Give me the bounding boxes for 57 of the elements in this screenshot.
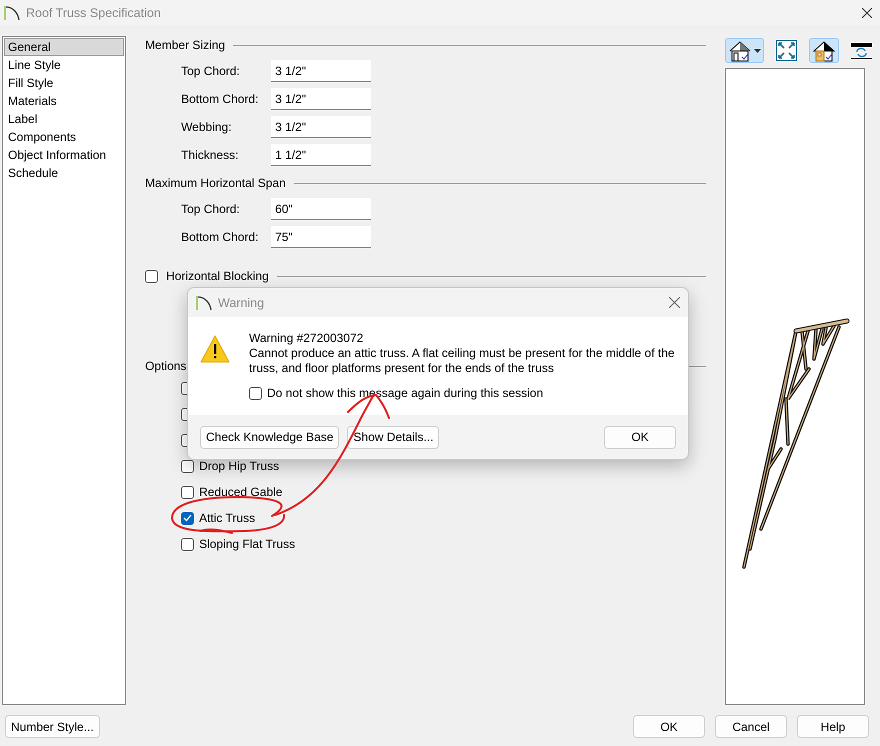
dialog-button[interactable]: Help: [797, 715, 869, 738]
number-style-button[interactable]: Number Style...: [5, 715, 100, 738]
warning-heading: Warning #272003072: [249, 331, 364, 346]
checkbox[interactable]: [249, 386, 262, 400]
checkbox[interactable]: [181, 460, 194, 472]
warning-icon: [200, 335, 230, 363]
section-title: Options: [145, 359, 186, 373]
sidebar-item[interactable]: Schedule: [4, 164, 124, 182]
dialog-button[interactable]: Cancel: [715, 715, 787, 738]
checkbox-label: Horizontal Blocking: [166, 269, 269, 283]
input-field[interactable]: 3 1/2": [271, 60, 372, 82]
field-label: Webbing:: [181, 120, 233, 134]
sidebar-item[interactable]: Materials: [4, 92, 124, 110]
field-label: Thickness:: [181, 148, 240, 162]
dialog-button[interactable]: OK: [633, 715, 705, 738]
input-field[interactable]: 3 1/2": [271, 88, 372, 110]
checkbox-label: Attic Truss: [199, 511, 256, 525]
close-icon[interactable]: [862, 8, 872, 18]
sidebar-item[interactable]: Line Style: [4, 56, 124, 74]
window-title: Roof Truss Specification: [26, 6, 161, 20]
sidebar-item[interactable]: General: [4, 38, 124, 56]
logo-icon: [4, 4, 20, 20]
section-title: Member Sizing: [145, 38, 226, 52]
toolbar-button[interactable]: [725, 38, 764, 63]
section-title: Maximum Horizontal Span: [145, 176, 286, 190]
field-label: Bottom Chord:: [181, 92, 260, 106]
checkbox-label: Reduced Gable: [199, 485, 282, 499]
sidebar-item[interactable]: Components: [4, 128, 124, 146]
field-label: Bottom Chord:: [181, 230, 260, 244]
toolbar-button[interactable]: [809, 38, 839, 63]
checkbox-label: Drop Hip Truss: [199, 459, 280, 473]
close-icon[interactable]: [669, 297, 680, 308]
checkbox[interactable]: [181, 512, 194, 524]
dialog-button[interactable]: Show Details...: [347, 426, 440, 448]
input-field[interactable]: 1 1/2": [271, 144, 372, 166]
ok-button[interactable]: OK: [604, 426, 676, 448]
house-color-icon: [812, 40, 836, 62]
input-field[interactable]: 60": [271, 198, 372, 220]
sidebar-item[interactable]: Fill Style: [4, 74, 124, 92]
checkbox[interactable]: [181, 538, 194, 550]
input-field[interactable]: 75": [271, 226, 372, 248]
caret-icon: [754, 48, 761, 52]
field-label: Top Chord:: [181, 202, 241, 216]
house-view-icon: [728, 40, 752, 62]
input-field[interactable]: 3 1/2": [271, 116, 372, 138]
dialog-title: Warning: [218, 296, 264, 310]
checkbox[interactable]: [145, 270, 158, 282]
checkbox[interactable]: [181, 486, 194, 498]
logo-icon: [196, 294, 212, 310]
fit-view-icon: [776, 40, 797, 61]
field-label: Top Chord:: [181, 64, 241, 78]
dialog-button[interactable]: Check Knowledge Base: [200, 426, 340, 448]
warning-message: Cannot produce an attic truss. A flat ceiling must be present for the middle of the truss, and floor platforms present for the ends of the truss: [249, 346, 676, 376]
refresh-icon: [851, 42, 872, 58]
sidebar-item[interactable]: Label: [4, 110, 124, 128]
checkbox-label: Sloping Flat Truss: [199, 537, 296, 551]
sidebar-item[interactable]: Object Information: [4, 146, 124, 164]
